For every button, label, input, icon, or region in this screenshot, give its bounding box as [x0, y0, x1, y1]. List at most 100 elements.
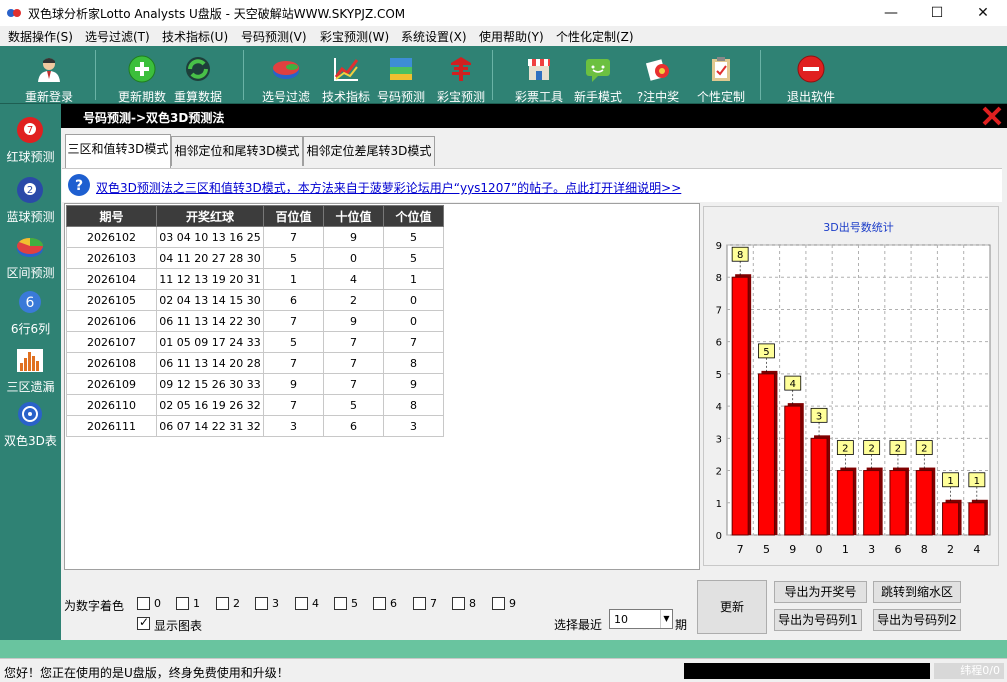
digit-color-label: 8 [469, 597, 476, 610]
recent-periods-unit: 期 [675, 618, 688, 632]
red-balls-cell: 03 04 10 13 16 25 [156, 226, 264, 248]
sidebar-item-blue-ball[interactable]: 2 蓝球预测 [0, 176, 61, 232]
menu-customize[interactable]: 个性化定制(Z) [556, 28, 634, 45]
digit-color-checkbox-2[interactable] [216, 597, 229, 610]
data-label: 2 [895, 444, 901, 455]
data-label: 1 [974, 476, 980, 487]
export-list1-button[interactable]: 导出为号码列1 [774, 609, 862, 631]
table-row[interactable]: 2026104 11 12 13 19 20 31 1 4 1 [66, 268, 444, 290]
export-draw-button[interactable]: 导出为开奖号 [774, 581, 867, 603]
menu-help[interactable]: 使用帮助(Y) [479, 28, 544, 45]
sidebar-item-interval[interactable]: 区间预测 [0, 232, 61, 288]
table-row[interactable]: 2026108 06 11 13 14 20 28 7 7 8 [66, 352, 444, 374]
sidebar-item-red-ball[interactable]: 7 红球预测 [0, 116, 61, 172]
beginner-mode-button[interactable]: 新手模式 [570, 50, 626, 104]
table-row[interactable]: 2026103 04 11 20 27 28 30 5 0 5 [66, 247, 444, 269]
digit-color-checkbox-6[interactable] [373, 597, 386, 610]
digit-color-checkbox-5[interactable] [334, 597, 347, 610]
update-periods-button[interactable]: 更新期数 [114, 50, 170, 104]
table-row[interactable]: 2026102 03 04 10 13 16 25 7 9 5 [66, 226, 444, 248]
menu-treasure-forecast[interactable]: 彩宝预测(W) [320, 28, 389, 45]
close-window-button[interactable]: ✕ [960, 0, 1006, 26]
table-row[interactable]: 2026106 06 11 13 14 22 30 7 9 0 [66, 310, 444, 332]
menu-data-ops[interactable]: 数据操作(S) [8, 28, 73, 45]
sidebar-item-3d-table[interactable]: 双色3D表 [0, 400, 61, 456]
digit-color-label: 4 [312, 597, 319, 610]
x-tick-label: 8 [921, 543, 928, 556]
tens-cell: 6 [323, 415, 384, 437]
digit-color-checkbox-3[interactable] [255, 597, 268, 610]
lottery-tools-button[interactable]: 彩票工具 [511, 50, 567, 104]
menu-settings[interactable]: 系统设置(X) [401, 28, 467, 45]
menu-tech-indicators[interactable]: 技术指标(U) [162, 28, 228, 45]
tab-adjacent-tail[interactable]: 相邻定位和尾转3D模式 [171, 136, 303, 166]
color-digits-label: 为数字着色 [64, 599, 125, 613]
tab-three-zone-sum[interactable]: 三区和值转3D模式 [65, 134, 171, 168]
filter-button[interactable]: 选号过滤 [258, 50, 314, 104]
show-chart-checkbox[interactable] [137, 615, 150, 630]
recent-periods-select[interactable]: 10 ▼ [609, 609, 673, 629]
customize-button[interactable]: 个性定制 [693, 50, 749, 104]
tab-adjacent-diff-tail[interactable]: 相邻定位差尾转3D模式 [303, 136, 435, 166]
menu-number-forecast[interactable]: 号码预测(V) [241, 28, 307, 45]
table-row[interactable]: 2026110 02 05 16 19 26 32 7 5 8 [66, 394, 444, 416]
bar-1[interactable] [836, 470, 854, 536]
bar-0[interactable] [810, 437, 828, 536]
bar-7[interactable] [731, 276, 749, 536]
tech-indicators-button[interactable]: 技术指标 [318, 50, 374, 104]
bar-6[interactable] [889, 470, 907, 536]
column-header-red-balls[interactable]: 开奖红球 [156, 205, 264, 227]
treasure-forecast-button[interactable]: 彩宝预测 [433, 50, 489, 104]
column-header-units[interactable]: 个位值 [383, 205, 444, 227]
exit-button[interactable]: 退出软件 [782, 50, 840, 104]
jump-shrink-button[interactable]: 跳转到缩水区 [873, 581, 961, 603]
bar-8[interactable] [915, 470, 933, 536]
minimize-button[interactable]: — [868, 0, 914, 26]
draw-table: 期号 开奖红球 百位值 十位值 个位值 2026102 03 04 10 13 1… [66, 205, 444, 437]
data-label: 2 [842, 444, 848, 455]
method-description-link[interactable]: 双色3D预测法之三区和值转3D模式，本方法来自于菠萝彩论坛用户“yys1207”… [96, 179, 681, 196]
table-row[interactable]: 2026107 01 05 09 17 24 33 5 7 7 [66, 331, 444, 353]
digit-color-checkbox-0[interactable] [137, 597, 150, 610]
update-button[interactable]: 更新 [697, 580, 767, 634]
digit-color-checkbox-7[interactable] [413, 597, 426, 610]
recalc-button[interactable]: 重算数据 [170, 50, 226, 104]
bar-3[interactable] [863, 470, 881, 536]
tens-cell: 9 [323, 226, 384, 248]
hundreds-cell: 7 [263, 226, 324, 248]
hundreds-cell: 1 [263, 268, 324, 290]
digit-color-checkbox-9[interactable] [492, 597, 505, 610]
treasure-forecast-label: 彩宝预测 [436, 90, 485, 104]
globe-icon [18, 402, 42, 426]
table-row[interactable]: 2026111 06 07 14 22 31 32 3 6 3 [66, 415, 444, 437]
column-header-period[interactable]: 期号 [66, 205, 157, 227]
export-list2-button[interactable]: 导出为号码列2 [873, 609, 961, 631]
chart-title: 3D出号数统计 [823, 220, 893, 234]
bar-5[interactable] [757, 373, 775, 536]
digit-color-checkbox-8[interactable] [452, 597, 465, 610]
menu-filter[interactable]: 选号过滤(T) [85, 28, 150, 45]
recycle-icon [186, 57, 210, 81]
hundreds-cell: 7 [263, 310, 324, 332]
bar-4[interactable] [968, 502, 986, 536]
column-header-tens[interactable]: 十位值 [323, 205, 384, 227]
y-tick-label: 0 [716, 531, 722, 542]
digit-color-checkbox-4[interactable] [295, 597, 308, 610]
bar-2[interactable] [942, 502, 960, 536]
maximize-button[interactable]: ☐ [914, 0, 960, 26]
win-count-button[interactable]: ?注中奖 [630, 50, 686, 104]
menu-bar: 数据操作(S) 选号过滤(T) 技术指标(U) 号码预测(V) 彩宝预测(W) … [0, 26, 1007, 46]
svg-text:6: 6 [26, 295, 35, 311]
number-forecast-button[interactable]: 号码预测 [373, 50, 429, 104]
chevron-down-icon[interactable]: ▼ [660, 610, 672, 628]
digit-color-checkbox-1[interactable] [176, 597, 189, 610]
sidebar-item-three-zone-miss[interactable]: 三区遗漏 [0, 346, 61, 402]
close-panel-icon[interactable] [981, 105, 1003, 127]
relogin-button[interactable]: 重新登录 [20, 50, 78, 104]
table-row[interactable]: 2026105 02 04 13 14 15 30 6 2 0 [66, 289, 444, 311]
column-header-hundreds[interactable]: 百位值 [263, 205, 324, 227]
sidebar-item-six-by-six[interactable]: 6 6行6列 [0, 288, 61, 344]
status-message: 您好！您正在使用的是U盘版，终身免费使用和升级！ [4, 666, 289, 680]
bar-9[interactable] [784, 405, 802, 536]
table-row[interactable]: 2026109 09 12 15 26 30 33 9 7 9 [66, 373, 444, 395]
